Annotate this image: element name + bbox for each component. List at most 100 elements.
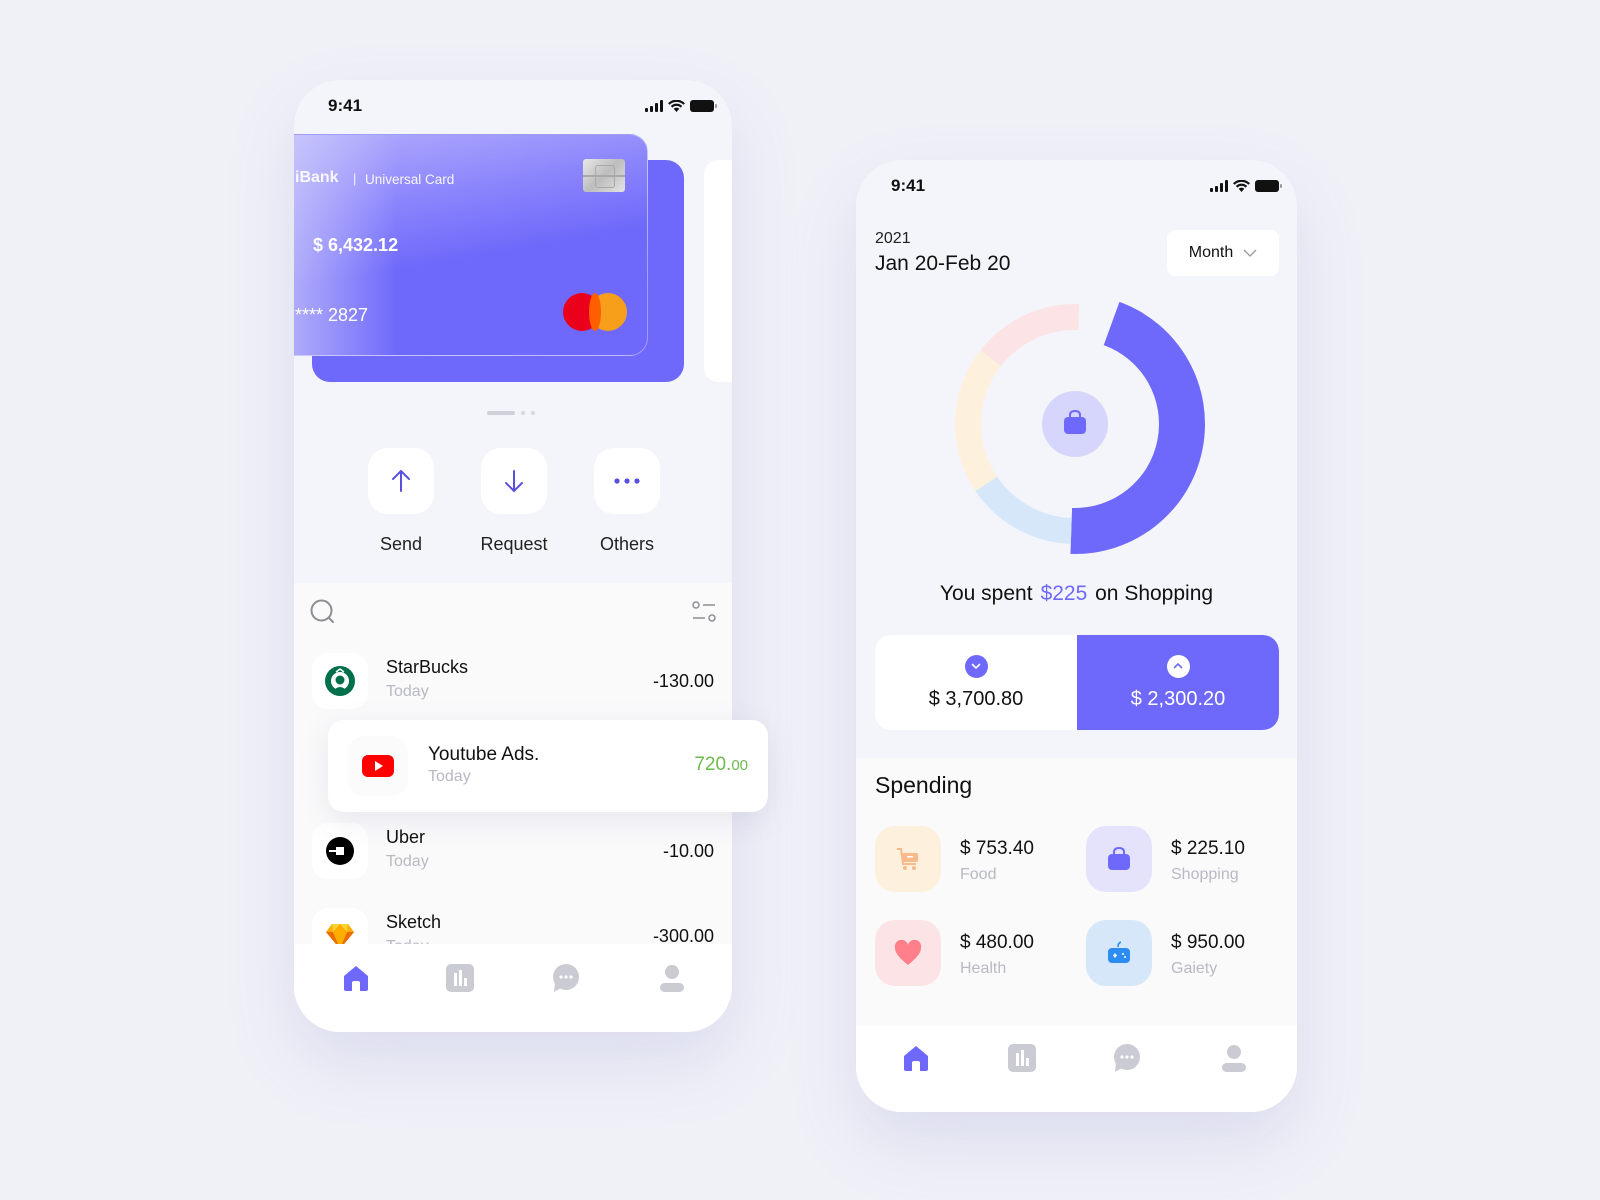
expense-income-toggle: $ 3,700.80 $ 2,300.20 (875, 635, 1279, 730)
chevron-down-icon (1243, 249, 1257, 257)
donut-segment-gaiety[interactable] (975, 476, 1072, 544)
amount-cents: 00 (731, 757, 748, 774)
transaction-name: StarBucks (386, 657, 469, 677)
period-select-value: Month (1188, 244, 1234, 261)
period-select[interactable]: Month (1167, 230, 1279, 276)
card-separator: | (353, 171, 357, 186)
chat-icon (553, 964, 579, 992)
bank-card[interactable]: iBank | Universal Card $ 6,432.12 **** 2… (294, 134, 648, 356)
profile-icon (660, 965, 684, 992)
wifi-icon (1233, 180, 1250, 192)
spent-suffix: on Shopping (1095, 582, 1214, 605)
chat-icon (1114, 1044, 1140, 1072)
uber-logo-icon (312, 823, 368, 879)
youtube-logo-icon (348, 736, 408, 796)
category-label: Shopping (1171, 866, 1239, 883)
tab-stats[interactable] (1006, 1042, 1038, 1074)
card-number: **** 2827 (295, 305, 369, 325)
send-label: Send (379, 534, 423, 554)
battery-icon (1255, 180, 1282, 192)
year-label: 2021 (875, 230, 911, 247)
gamepad-icon (1086, 920, 1152, 986)
date-range: Jan 20-Feb 20 (875, 252, 1011, 275)
transaction-name: Youtube Ads. (428, 744, 540, 765)
pager-dot[interactable] (531, 411, 535, 415)
spending-title: Spending (875, 772, 973, 798)
transaction-row-youtube[interactable]: Youtube Ads. Today 720.00 (328, 720, 768, 812)
spent-prefix: You spent (939, 582, 1033, 605)
arrow-down-icon (505, 470, 523, 493)
tab-profile[interactable] (1218, 1042, 1250, 1074)
others-button[interactable]: Others (594, 448, 660, 555)
category-amount: $ 950.00 (1171, 932, 1245, 953)
transaction-date: Today (386, 853, 429, 870)
card-type: Universal Card (365, 172, 455, 187)
tab-home[interactable] (340, 962, 372, 994)
more-dots-icon (614, 478, 640, 484)
expense-amount: $ 3,700.80 (928, 687, 1024, 710)
spent-amount: $225 (1040, 582, 1088, 605)
bottom-tab-bar (294, 944, 732, 1032)
bottom-tab-bar (856, 1026, 1297, 1112)
shopping-bag-icon (1086, 826, 1152, 892)
donut-segment-food[interactable] (955, 350, 1001, 492)
wallet-screen: 9:41 iBank | Universal Card $ 6,432.12 *… (294, 80, 732, 1032)
card-chip-icon (583, 159, 625, 192)
stats-icon (1008, 1044, 1036, 1072)
stats-icon (446, 964, 474, 992)
category-amount: $ 480.00 (960, 932, 1034, 953)
card-pager[interactable] (487, 411, 535, 415)
transaction-name: Sketch (386, 912, 442, 932)
next-card-peek[interactable] (704, 160, 732, 382)
mastercard-logo-icon (563, 293, 629, 331)
tab-messages[interactable] (550, 962, 582, 994)
transaction-amount: -10.00 (662, 841, 714, 861)
category-label: Gaiety (1171, 960, 1218, 977)
tab-home[interactable] (900, 1042, 932, 1074)
pager-dot-active[interactable] (487, 411, 515, 415)
home-icon (904, 1046, 928, 1071)
heart-icon (875, 920, 941, 986)
transaction-amount: -130.00 (652, 671, 714, 691)
category-amount: $ 225.10 (1171, 838, 1245, 859)
tab-profile[interactable] (656, 962, 688, 994)
chevron-up-icon (1166, 654, 1190, 678)
category-shopping[interactable]: $ 225.10 Shopping (1086, 826, 1276, 892)
home-icon (344, 966, 368, 991)
search-icon[interactable] (310, 599, 336, 625)
category-health[interactable]: $ 480.00 Health (875, 920, 1065, 986)
donut-segment-health[interactable] (980, 304, 1080, 367)
card-balance: $ 6,432.12 (313, 235, 399, 255)
cart-icon (875, 826, 941, 892)
request-label: Request (480, 534, 548, 554)
spending-donut-chart (955, 301, 1205, 554)
transaction-date: Today (428, 768, 471, 785)
tab-messages[interactable] (1111, 1042, 1143, 1074)
send-button[interactable]: Send (368, 448, 434, 555)
others-label: Others (599, 534, 655, 554)
transactions-toolbar (310, 597, 716, 627)
chevron-down-icon (964, 654, 988, 678)
category-amount: $ 753.40 (960, 838, 1034, 859)
category-gaiety[interactable]: $ 950.00 Gaiety (1086, 920, 1276, 986)
status-time: 9:41 (891, 176, 926, 195)
pager-dot[interactable] (521, 411, 525, 415)
transaction-row-uber[interactable]: Uber Today -10.00 (312, 823, 714, 889)
expense-option[interactable]: $ 3,700.80 (875, 635, 1077, 730)
status-bar: 9:41 (294, 80, 732, 136)
battery-icon (690, 100, 717, 112)
filter-icon[interactable] (692, 601, 716, 623)
statistics-screen: 9:41 2021 Jan 20-Feb 20 Month You spent $… (856, 160, 1297, 1112)
category-label: Food (960, 866, 997, 883)
transaction-amount: 720.00 (694, 754, 748, 776)
tab-stats[interactable] (444, 962, 476, 994)
arrow-up-icon (392, 469, 410, 492)
request-button[interactable]: Request (480, 448, 548, 555)
spent-summary: You spent $225 on Shopping (856, 582, 1297, 606)
income-option[interactable]: $ 2,300.20 (1077, 635, 1279, 730)
starbucks-logo-icon (312, 653, 368, 709)
transaction-date: Today (386, 683, 429, 700)
transaction-row-starbucks[interactable]: StarBucks Today -130.00 (312, 653, 714, 719)
category-food[interactable]: $ 753.40 Food (875, 826, 1065, 892)
status-bar: 9:41 (856, 160, 1297, 216)
